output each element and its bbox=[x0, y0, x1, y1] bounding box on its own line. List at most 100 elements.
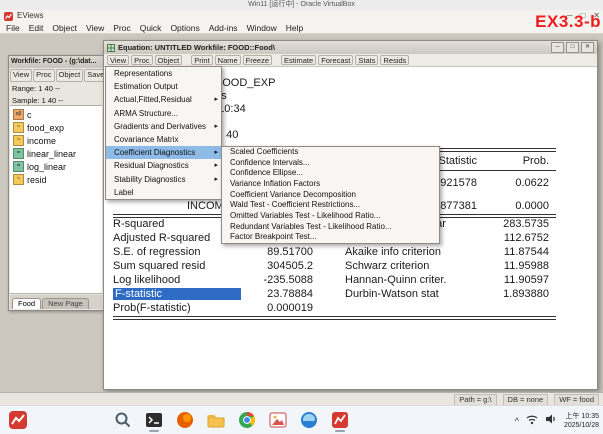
stat-label: Prob(F-statistic) bbox=[113, 302, 191, 314]
stat-label: S.E. of regression bbox=[113, 246, 200, 258]
object-label: income bbox=[27, 136, 56, 146]
list-item[interactable]: income bbox=[10, 134, 102, 147]
eviews-taskbar-icon[interactable] bbox=[329, 409, 351, 431]
taskbar-clock[interactable]: 上午 10:35 2025/10/28 bbox=[564, 412, 599, 430]
list-item[interactable]: resid bbox=[10, 173, 102, 186]
submenu-item-wald-test[interactable]: Wald Test - Coefficient Restrictions... bbox=[222, 200, 439, 211]
list-item[interactable]: c bbox=[10, 108, 102, 121]
menu-item-estimation-output[interactable]: Estimation Output bbox=[106, 80, 221, 93]
menu-view[interactable]: View bbox=[86, 22, 104, 33]
stats-row: S.E. of regression 89.51700 Akaike info … bbox=[112, 246, 549, 258]
volume-icon[interactable] bbox=[545, 412, 557, 430]
submenu-item-variance-inflation-factors[interactable]: Variance Inflation Factors bbox=[222, 179, 439, 190]
stats-row: Prob(F-statistic) 0.000019 bbox=[112, 302, 549, 314]
submenu-item-omitted-variables-test[interactable]: Omitted Variables Test - Likelihood Rati… bbox=[222, 211, 439, 222]
menu-item-actual-fitted-residual[interactable]: Actual,Fitted,Residual bbox=[106, 93, 221, 106]
menu-proc[interactable]: Proc bbox=[113, 22, 130, 33]
series-icon bbox=[13, 174, 24, 185]
eviews-taskbar-icon[interactable] bbox=[8, 410, 28, 430]
file-explorer-icon[interactable] bbox=[205, 409, 227, 431]
eq-name-button[interactable]: Name bbox=[215, 55, 241, 65]
workfile-titlebar[interactable]: Workfile: FOOD - (g:\dat... bbox=[9, 56, 103, 68]
menu-item-arma-structure[interactable]: ARMA Structure... bbox=[106, 107, 221, 120]
photos-icon[interactable] bbox=[267, 409, 289, 431]
menu-addins[interactable]: Add-ins bbox=[209, 22, 238, 33]
series-icon bbox=[13, 135, 24, 146]
stat-label: Hannan-Quinn criter. bbox=[345, 274, 447, 286]
stat-value: 304505.2 bbox=[267, 260, 313, 272]
list-item[interactable]: linear_linear bbox=[10, 147, 102, 160]
submenu-item-factor-breakpoint-test[interactable]: Factor Breakpoint Test... bbox=[222, 232, 439, 243]
workfile-proc-button[interactable]: Proc bbox=[33, 69, 54, 82]
eq-print-button[interactable]: Print bbox=[191, 55, 212, 65]
submenu-item-coef-variance-decomposition[interactable]: Coefficient Variance Decomposition bbox=[222, 190, 439, 201]
list-item[interactable]: food_exp bbox=[10, 121, 102, 134]
stat-label: Durbin-Watson stat bbox=[345, 288, 439, 300]
chrome-icon[interactable] bbox=[236, 409, 258, 431]
object-label: log_linear bbox=[27, 162, 66, 172]
cell: 0.0000 bbox=[515, 200, 549, 212]
menu-help[interactable]: Help bbox=[286, 22, 303, 33]
menu-quick[interactable]: Quick bbox=[140, 22, 162, 33]
eq-freeze-button[interactable]: Freeze bbox=[243, 55, 272, 65]
eq-estimate-button[interactable]: Estimate bbox=[281, 55, 316, 65]
eq-object-button[interactable]: Object bbox=[155, 55, 183, 65]
tab-food[interactable]: Food bbox=[12, 298, 41, 309]
stat-label: R-squared bbox=[113, 218, 164, 230]
network-icon[interactable] bbox=[526, 412, 538, 430]
workfile-tabs: Food New Page bbox=[10, 295, 102, 309]
menu-item-residual-diagnostics[interactable]: Residual Diagnostics bbox=[106, 159, 221, 172]
menu-edit[interactable]: Edit bbox=[29, 22, 44, 33]
menu-item-label[interactable]: Label bbox=[106, 186, 221, 199]
submenu-item-confidence-intervals[interactable]: Confidence Intervals... bbox=[222, 158, 439, 169]
tab-new-page[interactable]: New Page bbox=[42, 298, 89, 309]
stat-value: 0.000019 bbox=[267, 302, 313, 314]
submenu-item-scaled-coefficients[interactable]: Scaled Coefficients bbox=[222, 147, 439, 158]
stat-value: 283.5735 bbox=[503, 218, 549, 230]
menu-item-gradients-derivatives[interactable]: Gradients and Derivatives bbox=[106, 120, 221, 133]
edge-icon[interactable] bbox=[298, 409, 320, 431]
coef-icon bbox=[13, 109, 24, 120]
eq-resids-button[interactable]: Resids bbox=[380, 55, 409, 65]
eq-view-button[interactable]: View bbox=[107, 55, 129, 65]
menu-item-representations[interactable]: Representations bbox=[106, 67, 221, 80]
tray-expand-icon[interactable]: ^ bbox=[515, 416, 519, 426]
minimize-icon[interactable]: ─ bbox=[551, 42, 564, 53]
list-item[interactable]: log_linear bbox=[10, 160, 102, 173]
stats-row: Sum squared resid 304505.2 Schwarz crite… bbox=[112, 260, 549, 272]
stat-value: 1.893880 bbox=[503, 288, 549, 300]
submenu-item-redundant-variables-test[interactable]: Redundant Variables Test - Likelihood Ra… bbox=[222, 222, 439, 233]
equation-icon bbox=[13, 148, 24, 159]
equation-titlebar[interactable]: Equation: UNTITLED Workfile: FOOD::Food\… bbox=[104, 41, 597, 54]
workfile-view-button[interactable]: View bbox=[10, 69, 32, 82]
restore-icon[interactable]: □ bbox=[566, 42, 579, 53]
close-icon[interactable]: ✕ bbox=[581, 42, 594, 53]
menu-object[interactable]: Object bbox=[52, 22, 77, 33]
terminal-icon[interactable] bbox=[143, 409, 165, 431]
tray-time: 上午 10:35 bbox=[564, 412, 599, 421]
workfile-window[interactable]: Workfile: FOOD - (g:\dat... View Proc Ob… bbox=[8, 55, 104, 311]
menu-item-covariance-matrix[interactable]: Covariance Matrix bbox=[106, 133, 221, 146]
menu-file[interactable]: File bbox=[6, 22, 20, 33]
menu-item-coefficient-diagnostics[interactable]: Coefficient Diagnostics bbox=[106, 146, 221, 159]
workfile-object-button[interactable]: Object bbox=[56, 69, 84, 82]
menu-options[interactable]: Options bbox=[170, 22, 199, 33]
taskbar: ^ 上午 10:35 2025/10/28 bbox=[0, 405, 603, 434]
eq-forecast-button[interactable]: Forecast bbox=[318, 55, 353, 65]
view-menu: Representations Estimation Output Actual… bbox=[105, 66, 222, 200]
workfile-range: Range: 1 40 -- bbox=[9, 83, 103, 95]
stat-value: 11.90597 bbox=[504, 274, 549, 286]
firefox-icon[interactable] bbox=[174, 409, 196, 431]
menu-window[interactable]: Window bbox=[247, 22, 277, 33]
menu-item-stability-diagnostics[interactable]: Stability Diagnostics bbox=[106, 173, 221, 186]
equation-title: Equation: UNTITLED Workfile: FOOD::Food\ bbox=[118, 43, 275, 52]
submenu-item-confidence-ellipse[interactable]: Confidence Ellipse... bbox=[222, 168, 439, 179]
f-statistic-cell-selected[interactable]: F-statistic bbox=[113, 288, 241, 300]
object-label: c bbox=[27, 110, 32, 120]
cell: 0.0622 bbox=[515, 177, 549, 189]
object-label: linear_linear bbox=[27, 149, 76, 159]
eq-stats-button[interactable]: Stats bbox=[355, 55, 378, 65]
search-icon[interactable] bbox=[112, 409, 134, 431]
eq-proc-button[interactable]: Proc bbox=[131, 55, 152, 65]
workfile-save-button[interactable]: Save bbox=[84, 69, 103, 82]
